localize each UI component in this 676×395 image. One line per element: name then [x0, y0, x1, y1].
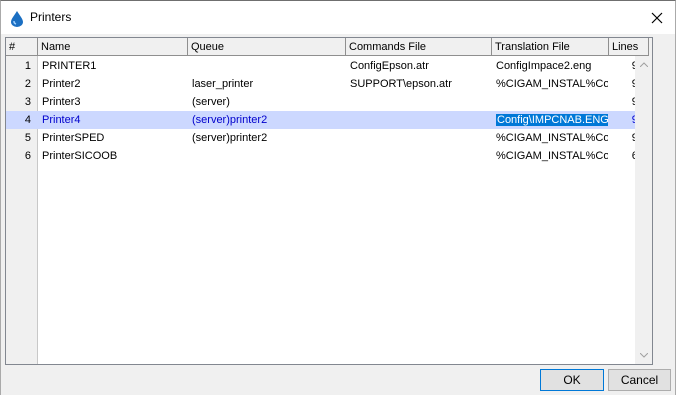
cell-queue[interactable]: (server)	[192, 93, 345, 111]
cell-queue[interactable]: (server)printer2	[192, 111, 345, 129]
table-row[interactable]: 6PrinterSICOOB%CIGAM_INSTAL%Cor60	[6, 147, 651, 165]
scroll-up-arrow[interactable]	[635, 56, 652, 73]
row-number: 5	[6, 129, 37, 147]
cell-translation[interactable]: %CIGAM_INSTAL%Cor	[496, 129, 608, 147]
printers-dialog: Printers # Name Queue Commands File Tran…	[0, 0, 676, 395]
row-number: 1	[6, 57, 37, 75]
table-row[interactable]: 1 PRINTER1 ConfigEpson.atr ConfigImpace2.en…	[6, 57, 651, 75]
cell-translation[interactable]: %CIGAM_INSTAL%Cor	[496, 147, 608, 165]
col-header-translation-file[interactable]: Translation File	[492, 38, 609, 56]
title-bar: Printers	[1, 1, 675, 34]
cell-queue[interactable]	[192, 57, 345, 75]
cell-commands[interactable]	[350, 129, 491, 147]
cell-translation[interactable]: Config\IMPCNAB.ENG	[496, 111, 608, 129]
cell-translation[interactable]: %CIGAM_INSTAL%Cor	[496, 75, 608, 93]
vertical-scrollbar[interactable]	[635, 56, 652, 364]
printers-grid[interactable]: # Name Queue Commands File Translation F…	[5, 37, 653, 365]
cell-name[interactable]: Printer3	[42, 93, 187, 111]
cell-name[interactable]: PrinterSICOOB	[42, 147, 187, 165]
cell-commands[interactable]	[350, 111, 491, 129]
grid-header: # Name Queue Commands File Translation F…	[6, 38, 652, 56]
cell-commands[interactable]: ConfigEpson.atr	[350, 57, 491, 75]
cell-translation[interactable]: ConfigImpace2.eng	[496, 57, 608, 75]
cell-text-selected: Config\IMPCNAB.ENG	[496, 114, 608, 126]
table-row[interactable]: 3Printer3(server)90	[6, 93, 651, 111]
cell-queue[interactable]: (server)printer2	[192, 129, 345, 147]
cell-commands[interactable]	[350, 93, 491, 111]
col-header-queue[interactable]: Queue	[188, 38, 346, 56]
col-header-commands-file[interactable]: Commands File	[346, 38, 492, 56]
window-title: Printers	[30, 10, 72, 24]
cell-name[interactable]: PrinterSPED	[42, 129, 187, 147]
table-row[interactable]: 5 PrinterSPED (server)printer2 %CIGAM_INSTA…	[6, 129, 651, 147]
cell-queue[interactable]	[192, 147, 345, 165]
table-row[interactable]: 2 Printer2 laser_printer SUPPORT\epson.atr%…	[6, 75, 651, 93]
scroll-down-arrow[interactable]	[635, 347, 652, 364]
col-header-number[interactable]: #	[6, 38, 38, 56]
close-icon	[651, 12, 663, 23]
chevron-down-icon	[639, 353, 648, 358]
app-drop-icon	[10, 11, 24, 27]
cell-commands[interactable]	[350, 147, 491, 165]
cell-queue[interactable]: laser_printer	[192, 75, 345, 93]
cell-translation[interactable]	[496, 93, 608, 111]
col-header-lines[interactable]: Lines	[609, 38, 649, 56]
cell-name[interactable]: PRINTER1	[42, 57, 187, 75]
chevron-up-icon	[639, 62, 648, 67]
row-number: 4	[6, 111, 37, 129]
cell-name[interactable]: Printer2	[42, 75, 187, 93]
cell-commands[interactable]: SUPPORT\epson.atr	[350, 75, 491, 93]
close-button[interactable]	[639, 1, 675, 34]
ok-button[interactable]: OK	[540, 369, 604, 391]
cancel-button[interactable]: Cancel	[608, 369, 671, 391]
row-number: 2	[6, 75, 37, 93]
row-number: 3	[6, 93, 37, 111]
table-row[interactable]: 4 Printer4 (server)printer2 Config\IMPCNAB.…	[6, 111, 651, 129]
row-number: 6	[6, 147, 37, 165]
col-header-name[interactable]: Name	[38, 38, 188, 56]
cell-name[interactable]: Printer4	[42, 111, 187, 129]
